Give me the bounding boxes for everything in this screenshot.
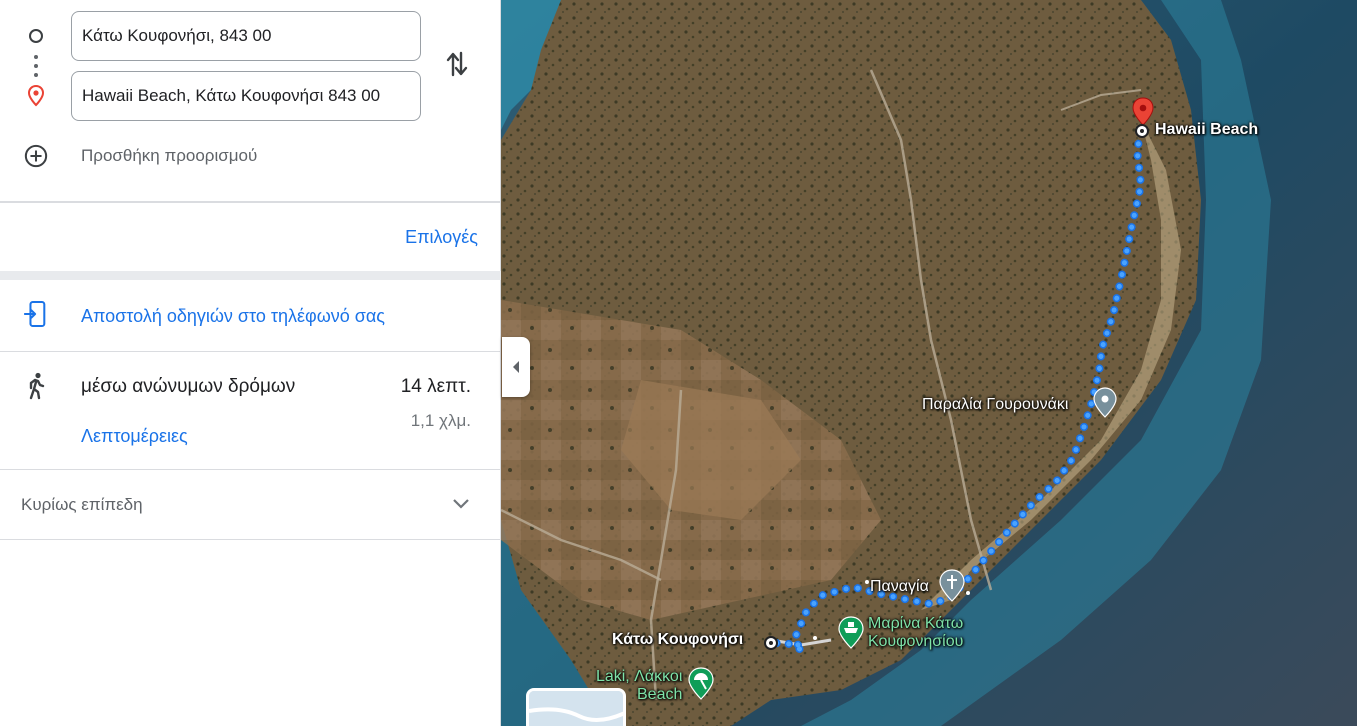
add-destination-row[interactable]: Προσθήκη προορισμού: [0, 136, 501, 176]
origin-row: Κάτω Κουφονήσι, 843 00: [0, 11, 501, 61]
route-option[interactable]: μέσω ανώνυμων δρόμων 14 λεπτ. 1,1 χλμ. Λ…: [0, 352, 501, 469]
add-circle-icon: [24, 144, 48, 168]
map-label-marina[interactable]: Μαρίνα Κάτω Κουφονησίου: [868, 615, 963, 651]
chevron-left-icon: [513, 361, 519, 373]
route-distance: 1,1 χλμ.: [410, 411, 471, 430]
map-layer-thumbnail: [529, 691, 623, 726]
destination-pin-icon: [24, 84, 48, 108]
route-via-label: μέσω ανώνυμων δρόμων: [81, 376, 296, 397]
route-duration: 14 λεπτ.: [400, 376, 471, 397]
swap-button[interactable]: [442, 49, 472, 79]
destination-input[interactable]: Hawaii Beach, Κάτω Κουφονήσι 843 00: [71, 71, 421, 121]
map-label-marina-line2: Κουφονησίου: [868, 633, 964, 650]
map-label-gourounaki[interactable]: Παραλία Γουρουνάκι: [922, 396, 1068, 414]
layers-toggle-button[interactable]: [526, 688, 626, 726]
map-label-hawaii-beach[interactable]: Hawaii Beach: [1155, 121, 1258, 139]
directions-panel: Κάτω Κουφονήσι, 843 00 Hawaii Beach, Κάτ…: [0, 0, 501, 726]
walking-person-icon: [24, 372, 48, 400]
add-destination-label: Προσθήκη προορισμού: [81, 146, 258, 165]
map-label-kato-koufonisi[interactable]: Κάτω Κουφονήσι: [612, 631, 743, 649]
terrain-label: Κυρίως επίπεδη: [21, 495, 143, 514]
divider: [0, 201, 501, 203]
destination-row: Hawaii Beach, Κάτω Κουφονήσι 843 00: [0, 71, 501, 121]
origin-input[interactable]: Κάτω Κουφονήσι, 843 00: [71, 11, 421, 61]
collapse-panel-button[interactable]: [502, 337, 530, 397]
send-to-phone-icon: [24, 300, 48, 328]
map-label-laki-line1: Laki, Λάκκοι: [595, 668, 683, 685]
satellite-map[interactable]: Hawaii Beach Παραλία Γουρουνάκι Παναγία …: [501, 0, 1357, 726]
origin-circle-icon[interactable]: [764, 636, 778, 650]
terrain-row[interactable]: Κυρίως επίπεδη: [0, 470, 501, 539]
section-divider: [0, 271, 501, 280]
map-label-panagia[interactable]: Παναγία: [870, 578, 929, 596]
chevron-down-icon: [453, 499, 469, 509]
divider: [0, 539, 501, 540]
send-to-phone-label: Αποστολή οδηγιών στο τηλέφωνό σας: [81, 306, 385, 326]
origin-circle-icon: [24, 24, 48, 48]
options-link[interactable]: Επιλογές: [405, 227, 478, 248]
details-link[interactable]: Λεπτομέρειες: [81, 426, 188, 447]
send-to-phone-row[interactable]: Αποστολή οδηγιών στο τηλέφωνό σας: [0, 281, 501, 351]
map-label-marina-line1: Μαρίνα Κάτω: [868, 615, 964, 632]
swap-arrows-icon: [446, 51, 468, 77]
